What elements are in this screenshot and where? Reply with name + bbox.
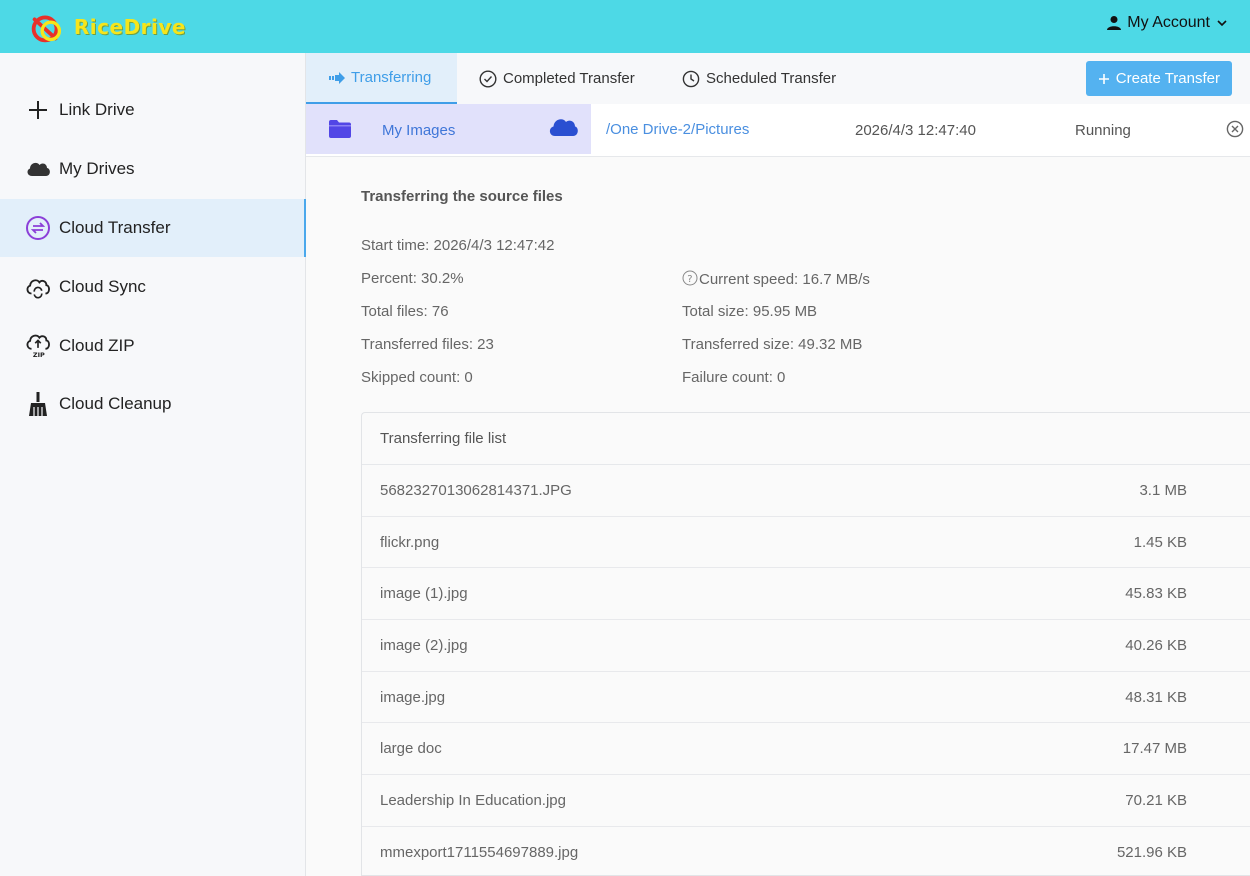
tab-label: Completed Transfer (503, 70, 635, 87)
table-row[interactable]: Leadership In Education.jpg 70.21 KB (362, 775, 1250, 827)
file-name: image (1).jpg (380, 585, 468, 603)
sidebar-item-cloud-sync[interactable]: Cloud Sync (0, 258, 306, 316)
tab-transferring[interactable]: Transferring (306, 53, 457, 104)
cloud-sync-icon (25, 274, 51, 300)
user-icon (1107, 16, 1122, 30)
table-row[interactable]: 5682327013062814371.JPG 3.1 MB (362, 465, 1250, 517)
start-time: Start time: 2026/4/3 12:47:42 (361, 237, 555, 254)
sidebar-item-cloud-zip[interactable]: ZIP Cloud ZIP (0, 317, 306, 375)
plus-icon (25, 97, 51, 123)
my-account-menu[interactable]: My Account (1106, 14, 1229, 32)
skipped-count: Skipped count: 0 (361, 369, 473, 386)
transferred-files: Transferred files: 23 (361, 336, 494, 353)
file-size: 40.26 KB (1125, 637, 1187, 655)
broom-icon (25, 391, 51, 417)
transfer-task-row[interactable]: My Images /One Drive-2/Pictures 2026/4/3… (306, 104, 1250, 157)
file-name: flickr.png (380, 533, 440, 551)
table-row[interactable]: image (2).jpg 40.26 KB (362, 620, 1250, 672)
total-files: Total files: 76 (361, 303, 449, 320)
create-transfer-button[interactable]: Create Transfer (1085, 61, 1232, 96)
chevron-down-icon (1217, 20, 1227, 27)
file-name: mmexport1711554697889.jpg (380, 843, 579, 861)
table-row[interactable]: large doc 17.47 MB (362, 723, 1250, 776)
sidebar-item-label: Link Drive (59, 100, 135, 119)
task-created-time: 2026/4/3 12:47:40 (855, 122, 976, 139)
current-speed-stat: ? Current speed: 16.7 MB/s (682, 270, 870, 288)
file-size: 48.31 KB (1125, 688, 1187, 706)
file-name: Leadership In Education.jpg (380, 792, 566, 810)
file-size: 1.45 KB (1133, 533, 1187, 551)
task-source[interactable]: My Images (382, 122, 455, 139)
current-speed: Current speed: 16.7 MB/s (699, 271, 870, 288)
sidebar-item-label: Cloud ZIP (59, 336, 135, 355)
table-row[interactable]: flickr.png 1.45 KB (362, 517, 1250, 569)
task-destination[interactable]: /One Drive-2/Pictures (606, 121, 749, 138)
question-circle-icon[interactable]: ? (682, 270, 698, 286)
ricedrive-logo[interactable]: RiceDrive (26, 10, 186, 44)
create-transfer-label: Create Transfer (1115, 70, 1220, 87)
arrow-right-icon (329, 71, 345, 84)
brand-name: RiceDrive (73, 15, 186, 39)
account-label: My Account (1127, 14, 1210, 31)
sidebar-item-link-drive[interactable]: Link Drive (0, 81, 306, 139)
file-list-title: Transferring file list (362, 413, 1250, 465)
transfer-tabs: Transferring Completed Transfer Schedule… (306, 53, 1250, 104)
svg-text:?: ? (687, 274, 692, 285)
sidebar: Link Drive My Drives Cloud Transfer Clou… (0, 53, 306, 876)
plus-icon (1098, 73, 1109, 84)
percent: Percent: 30.2% (361, 270, 464, 287)
file-size: 45.83 KB (1125, 585, 1187, 603)
tab-label: Transferring (351, 69, 432, 86)
transferred-size: Transferred size: 49.32 MB (682, 336, 863, 353)
svg-text:ZIP: ZIP (33, 351, 45, 359)
file-name: image.jpg (380, 688, 446, 706)
check-circle-icon (479, 69, 497, 88)
sidebar-item-label: My Drives (59, 159, 135, 178)
failure-count: Failure count: 0 (682, 369, 786, 386)
tab-label: Scheduled Transfer (706, 70, 837, 87)
tab-completed-transfer[interactable]: Completed Transfer (479, 53, 635, 104)
sidebar-item-cloud-cleanup[interactable]: Cloud Cleanup (0, 375, 306, 433)
sidebar-item-label: Cloud Transfer (59, 218, 171, 237)
sidebar-item-my-drives[interactable]: My Drives (0, 140, 306, 198)
sidebar-item-cloud-transfer[interactable]: Cloud Transfer (0, 199, 306, 257)
file-name: image (2).jpg (380, 637, 468, 655)
total-size: Total size: 95.95 MB (682, 303, 818, 320)
file-size: 17.47 MB (1122, 740, 1187, 758)
sidebar-item-label: Cloud Cleanup (59, 394, 172, 413)
transferring-file-list: Transferring file list 56823270130628143… (361, 412, 1250, 876)
close-circle-icon[interactable] (1226, 120, 1244, 143)
table-row[interactable]: image.jpg 48.31 KB (362, 672, 1250, 724)
transfer-details-panel: Transferring the source files Start time… (306, 157, 1250, 876)
clock-icon (682, 70, 700, 88)
logo-icon (31, 15, 62, 43)
table-row[interactable]: image (1).jpg 45.83 KB (362, 568, 1250, 621)
onedrive-cloud-icon (547, 115, 579, 144)
transfer-icon (25, 215, 51, 241)
file-size: 3.1 MB (1139, 482, 1187, 499)
table-row[interactable]: mmexport1711554697889.jpg 521.96 KB (362, 827, 1250, 875)
task-status: Running (1075, 122, 1131, 139)
top-header: RiceDrive My Account (0, 0, 1250, 53)
sidebar-item-label: Cloud Sync (59, 277, 146, 296)
file-size: 70.21 KB (1125, 792, 1187, 810)
file-name: large doc (380, 740, 442, 758)
folder-icon (328, 119, 352, 144)
file-size: 521.96 KB (1116, 843, 1187, 861)
cloud-icon (25, 156, 51, 182)
tab-scheduled-transfer[interactable]: Scheduled Transfer (682, 53, 836, 104)
cloud-zip-icon: ZIP (25, 333, 51, 359)
file-name: 5682327013062814371.JPG (380, 482, 572, 499)
details-title: Transferring the source files (361, 188, 563, 205)
